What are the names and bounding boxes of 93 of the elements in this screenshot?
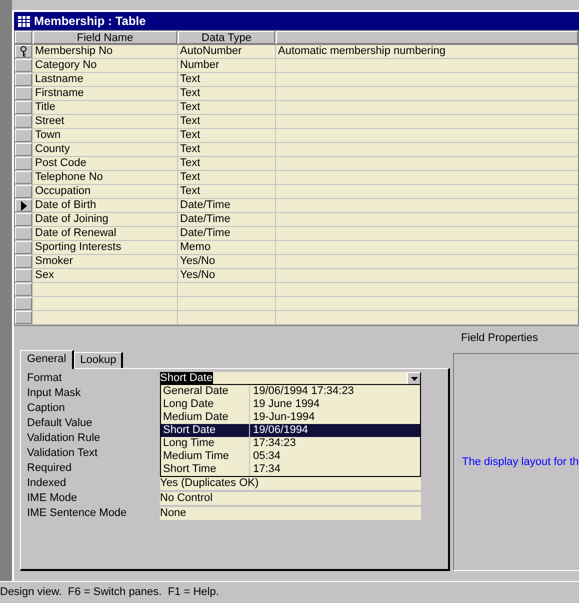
table-cell[interactable]	[276, 157, 578, 170]
table-cell[interactable]	[276, 87, 578, 100]
table-cell[interactable]	[276, 129, 578, 142]
table-cell[interactable]: Lastname	[33, 73, 177, 86]
table-cell[interactable]	[276, 115, 578, 128]
column-header[interactable]: Field Name	[33, 31, 177, 44]
table-cell[interactable]: Text	[178, 143, 275, 156]
table-cell[interactable]	[276, 241, 578, 254]
table-cell[interactable]: Text	[178, 101, 275, 114]
table-cell[interactable]	[276, 101, 578, 114]
table-cell[interactable]: Sex	[33, 269, 177, 282]
table-cell[interactable]: Town	[33, 129, 177, 142]
table-cell[interactable]: Smoker	[33, 255, 177, 268]
tab[interactable]: Lookup	[74, 352, 124, 368]
table-cell[interactable]: Memo	[178, 241, 275, 254]
dropdown-arrow-icon[interactable]	[410, 376, 418, 380]
property-label: Input Mask	[27, 386, 82, 402]
table-cell[interactable]: Category No	[33, 59, 177, 72]
table-cell[interactable]: Yes/No	[178, 269, 275, 282]
table-cell[interactable]: Date of Birth	[33, 199, 177, 212]
property-label: Format	[27, 371, 63, 386]
table-cell[interactable]	[276, 227, 578, 240]
property-value[interactable]: Yes (Duplicates OK)	[160, 477, 421, 490]
property-label: Validation Rule	[27, 431, 102, 446]
table-cell[interactable]: Date of Renewal	[33, 227, 177, 240]
table-cell[interactable]	[276, 143, 578, 156]
column-header[interactable]	[276, 31, 578, 44]
table-cell[interactable]	[276, 199, 578, 212]
table-cell[interactable]: Sporting Interests	[33, 241, 177, 254]
table-cell[interactable]: Yes/No	[178, 255, 275, 268]
status-text: Design view. F6 = Switch panes. F1 = Help.	[0, 585, 219, 600]
format-option[interactable]: Short Time 17:34	[161, 463, 420, 476]
property-label: Default Value	[27, 416, 94, 432]
help-text: The display layout for th	[462, 454, 579, 470]
table-cell[interactable]	[276, 73, 578, 86]
table-cell[interactable]: Text	[178, 129, 275, 142]
table-cell[interactable]: Text	[178, 185, 275, 198]
tab[interactable]: General	[20, 350, 74, 369]
table-cell[interactable]: Text	[178, 115, 275, 128]
format-option[interactable]: Short Date 19/06/1994	[161, 424, 420, 437]
table-cell[interactable]	[276, 59, 578, 72]
format-option[interactable]: Long Time 17:34:23	[161, 437, 420, 450]
table-cell[interactable]: Text	[178, 87, 275, 100]
table-cell[interactable]: Date/Time	[178, 213, 275, 226]
table-cell[interactable]	[33, 311, 177, 324]
property-label: Validation Text	[27, 446, 99, 462]
table-cell[interactable]	[33, 283, 177, 296]
table-cell[interactable]	[276, 213, 578, 226]
table-cell[interactable]: Title	[33, 101, 177, 114]
table-cell[interactable]: Date of Joining	[33, 213, 177, 226]
table-cell[interactable]	[33, 297, 177, 310]
property-label: IME Sentence Mode	[27, 506, 128, 522]
table-cell[interactable]: Post Code	[33, 157, 177, 170]
table-cell[interactable]	[276, 185, 578, 198]
table-cell[interactable]	[276, 311, 578, 324]
table-cell[interactable]: Firstname	[33, 87, 177, 100]
property-value[interactable]: No Control	[160, 492, 421, 505]
table-cell[interactable]: Text	[178, 73, 275, 86]
table-cell[interactable]	[276, 283, 578, 296]
table-cell[interactable]: Automatic membership numbering	[276, 45, 578, 58]
row-selector[interactable]	[15, 45, 32, 58]
table-cell[interactable]	[276, 255, 578, 268]
table-cell[interactable]: Telephone No	[33, 171, 177, 184]
table-cell[interactable]	[276, 297, 578, 310]
column-header[interactable]: Data Type	[178, 31, 275, 44]
table-cell[interactable]: County	[33, 143, 177, 156]
table-cell[interactable]	[178, 283, 275, 296]
table-cell[interactable]: Date/Time	[178, 227, 275, 240]
format-option[interactable]: General Date 19/06/1994 17:34:23	[161, 385, 420, 398]
table-cell[interactable]: Occupation	[33, 185, 177, 198]
table-cell[interactable]: Number	[178, 59, 275, 72]
window-title: Membership : Table	[34, 13, 146, 30]
property-label: Required	[27, 461, 73, 476]
format-option[interactable]: Long Date 19 June 1994	[161, 398, 420, 411]
table-cell[interactable]	[276, 269, 578, 282]
table-cell[interactable]	[178, 297, 275, 310]
table-cell[interactable]: Street	[33, 115, 177, 128]
format-dropdown[interactable]: Short Date	[160, 372, 421, 385]
table-cell[interactable]: Text	[178, 157, 275, 170]
table-cell[interactable]: AutoNumber	[178, 45, 275, 58]
table-cell[interactable]: Text	[178, 171, 275, 184]
table-cell[interactable]	[178, 311, 275, 324]
property-label: Indexed	[27, 476, 68, 492]
row-selector[interactable]	[15, 199, 32, 212]
property-label: Caption	[27, 401, 66, 416]
property-label: IME Mode	[27, 491, 78, 506]
table-icon	[18, 16, 30, 26]
table-cell[interactable]	[276, 171, 578, 184]
format-option[interactable]: Medium Time 05:34	[161, 450, 420, 463]
table-cell[interactable]: Membership No	[33, 45, 177, 58]
section-heading: Field Properties	[460, 331, 538, 346]
table-cell[interactable]: Date/Time	[178, 199, 275, 212]
property-value[interactable]: None	[160, 507, 421, 520]
